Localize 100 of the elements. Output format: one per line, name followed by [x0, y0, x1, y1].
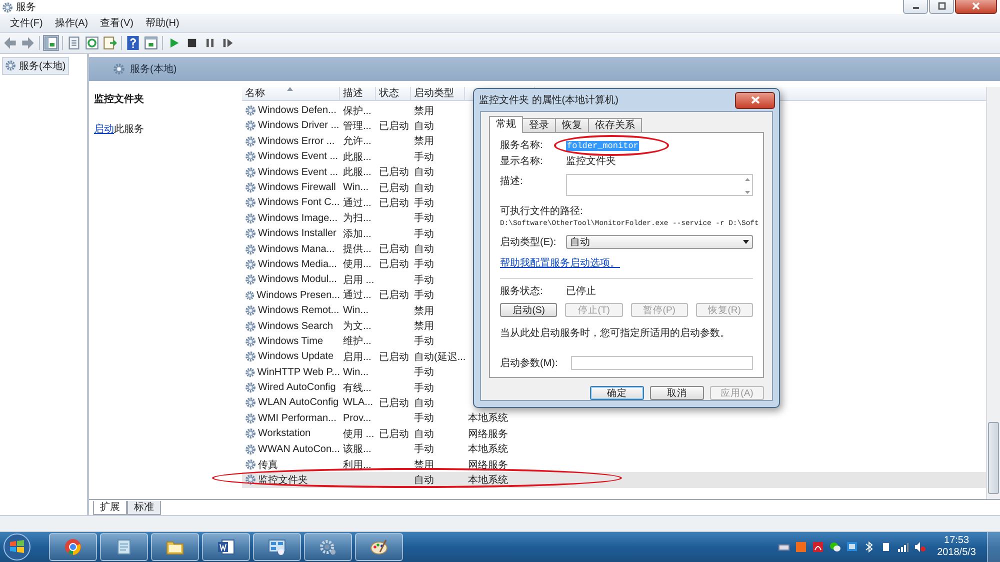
table-cell: Wired AutoConfig: [258, 382, 336, 394]
table-cell: 手动: [414, 444, 434, 456]
column-header[interactable]: 启动类型: [411, 86, 465, 100]
table-cell: Windows Search: [258, 320, 334, 332]
table-cell: 手动: [414, 213, 434, 224]
table-cell: 手动: [414, 152, 434, 163]
service-title: 监控文件夹: [94, 92, 144, 106]
table-cell: Windows Modul...: [258, 274, 337, 286]
table-cell: 手动: [414, 259, 434, 270]
table-cell: 手动: [414, 290, 434, 302]
table-cell: 手动: [414, 336, 434, 348]
table-cell: 通过...: [343, 198, 372, 209]
table-cell: 手动: [414, 382, 434, 394]
table-cell: 禁用: [414, 321, 434, 332]
tree-item[interactable]: 服务(本地): [2, 56, 69, 75]
field-label: 启动类型(E):: [500, 236, 558, 249]
service-status-value: 已停止: [566, 284, 596, 298]
menu-item[interactable]: 帮助(H): [139, 16, 186, 30]
table-cell: Win...: [343, 366, 369, 378]
dialog-tab[interactable]: 依存关系: [588, 118, 642, 133]
table-cell: 自动: [414, 398, 434, 409]
menu-item[interactable]: 操作(A): [48, 16, 94, 30]
table-cell: Windows Remot...: [258, 305, 340, 316]
table-cell: 有线...: [343, 382, 372, 394]
view-tab[interactable]: 标准: [127, 501, 161, 516]
table-cell: 本地系统: [468, 444, 508, 456]
column-header[interactable]: 描述: [340, 86, 376, 100]
table-cell: 启用...: [343, 352, 372, 363]
table-cell: 已启动: [379, 167, 409, 178]
field-label: 启动参数(M):: [500, 356, 559, 370]
table-cell: 自动: [414, 428, 434, 440]
table-cell: Win...: [343, 182, 369, 193]
table-cell: Windows Media...: [258, 258, 337, 270]
table-cell: 手动: [414, 367, 434, 378]
table-cell: Windows Font C...: [258, 197, 340, 208]
table-cell: 已启动: [379, 120, 409, 132]
table-cell: 手动: [414, 228, 434, 240]
dialog-button[interactable]: 确定: [590, 386, 644, 400]
table-cell: 已启动: [379, 352, 409, 363]
table-cell: 管理...: [343, 120, 372, 132]
column-header[interactable]: 状态: [376, 86, 411, 100]
table-cell: 为文...: [343, 321, 372, 332]
table-cell: Windows Event ...: [258, 151, 338, 162]
help-link[interactable]: 帮助我配置服务启动选项。: [500, 256, 620, 270]
table-cell: WLAN AutoConfig: [258, 397, 339, 408]
table-cell: 允许...: [343, 136, 372, 148]
clock[interactable]: 17:53 2018/5/3: [937, 535, 976, 559]
table-cell: 禁用: [414, 136, 434, 148]
table-cell: 已启动: [379, 182, 409, 194]
service-control-button[interactable]: 启动(S): [500, 303, 558, 317]
table-cell: WWAN AutoCon...: [258, 444, 340, 455]
table-cell: 自动: [414, 182, 434, 194]
table-cell: Windows Image...: [258, 212, 338, 224]
menu-item[interactable]: 查看(V): [94, 16, 140, 30]
table-cell: WLA...: [343, 397, 374, 408]
table-cell: 该服...: [343, 444, 372, 456]
table-cell: WinHTTP Web P...: [257, 366, 340, 378]
table-cell: 自动: [414, 167, 434, 178]
table-cell: 自动: [414, 244, 434, 256]
dialog-tab[interactable]: 常规: [489, 116, 523, 133]
service-name-value: folder_monitor: [566, 140, 640, 150]
table-cell: Windows Presen...: [256, 290, 340, 301]
table-cell-text: 传真: [258, 458, 278, 472]
table-cell: Windows Event ...: [258, 166, 338, 178]
table-cell: Windows Update: [258, 351, 334, 362]
table-cell: 已启动: [379, 244, 409, 256]
table-cell: WMI Performan...: [258, 412, 336, 424]
table-cell: Windows Defen...: [258, 105, 336, 116]
field-label: 服务状态:: [500, 284, 544, 298]
start-link[interactable]: 启动: [94, 124, 114, 135]
dialog-button[interactable]: 取消: [650, 386, 704, 400]
table-cell: 通过...: [343, 290, 372, 302]
menu-item[interactable]: 文件(F): [4, 16, 49, 30]
table-cell: 使用 ...: [343, 428, 374, 440]
table-cell: Prov...: [343, 412, 372, 424]
table-cell: 维护...: [343, 336, 372, 348]
table-cell: 已启动: [379, 290, 409, 302]
table-cell: Workstation: [258, 428, 311, 440]
table-cell: 添加...: [343, 228, 372, 240]
table-cell: 本地系统: [468, 474, 508, 486]
field-label: 描述:: [500, 174, 524, 188]
table-cell: 使用...: [343, 259, 372, 270]
table-cell: 已启动: [379, 428, 409, 440]
table-cell: 已启动: [379, 198, 409, 209]
table-cell: 已启动: [379, 259, 409, 270]
dialog-tab[interactable]: 恢复: [555, 118, 589, 133]
column-header[interactable]: 名称: [242, 86, 340, 100]
table-cell: 手动: [414, 274, 434, 286]
display-name-value: 监控文件夹: [566, 154, 616, 168]
table-cell: 启用 ...: [343, 274, 374, 286]
table-cell: Windows Error ...: [258, 136, 335, 147]
table-cell: 手动: [414, 413, 434, 424]
table-cell: 已启动: [379, 398, 409, 409]
table-cell: 为扫...: [343, 213, 372, 224]
startup-type-dropdown[interactable]: 自动: [566, 235, 753, 249]
table-cell: 网络服务: [468, 428, 508, 440]
field-label: 服务名称:: [500, 139, 544, 152]
view-tab[interactable]: 扩展: [93, 501, 127, 516]
table-cell: 禁用: [414, 306, 434, 317]
table-cell: 本地系统: [468, 413, 508, 424]
